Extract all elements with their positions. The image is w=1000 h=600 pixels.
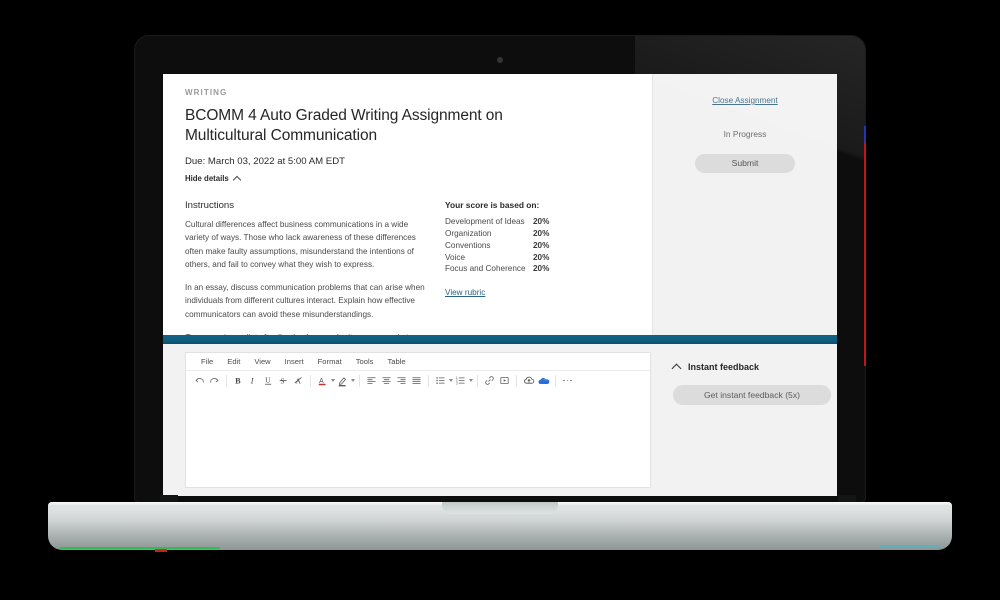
score-heading: Your score is based on:	[445, 200, 540, 211]
page-title: BCOMM 4 Auto Graded Writing Assignment o…	[185, 107, 503, 144]
criterion-weight: 20%	[533, 252, 550, 262]
svg-text:3: 3	[456, 381, 458, 385]
editor-toolbar: B I U S A	[186, 371, 650, 391]
clear-formatting-icon[interactable]: A	[291, 373, 306, 388]
essay-text-area[interactable]	[186, 390, 650, 487]
criterion-name: Conventions	[445, 240, 491, 250]
undo-icon[interactable]	[192, 373, 207, 388]
bold-icon[interactable]: B	[231, 373, 246, 388]
toolbar-separator	[477, 374, 478, 387]
menu-format[interactable]: Format	[311, 353, 349, 370]
instant-feedback-panel: Instant feedback Get instant feedback (5…	[663, 352, 831, 405]
get-instant-feedback-button[interactable]: Get instant feedback (5x)	[673, 385, 831, 405]
align-justify-icon[interactable]	[409, 373, 424, 388]
svg-text:A: A	[295, 376, 301, 385]
criterion-weight: 20%	[533, 217, 550, 227]
redo-icon[interactable]	[207, 373, 222, 388]
instant-feedback-header[interactable]: Instant feedback	[663, 362, 827, 372]
strikethrough-icon[interactable]: S	[276, 373, 291, 388]
assignment-type-label: WRITING	[185, 88, 228, 97]
criterion-row: Focus and Coherence 20%	[445, 264, 623, 275]
toolbar-separator	[310, 374, 311, 387]
criterion-weight: 20%	[533, 228, 550, 238]
menu-insert[interactable]: Insert	[278, 353, 311, 370]
toolbar-separator	[226, 374, 227, 387]
lid-edge-highlight	[864, 126, 866, 366]
toolbar-separator	[359, 374, 360, 387]
base-edge-fringe	[60, 547, 220, 549]
onedrive-icon[interactable]	[536, 373, 551, 388]
svg-text:U: U	[265, 376, 271, 385]
instant-feedback-title: Instant feedback	[688, 362, 760, 372]
webcam-icon	[497, 57, 503, 63]
criterion-name: Organization	[445, 228, 492, 238]
assignment-page: WRITING BCOMM 4 Auto Graded Writing Assi…	[163, 74, 837, 496]
menu-table[interactable]: Table	[380, 353, 412, 370]
criterion-weight: 20%	[533, 264, 550, 274]
hide-details-toggle[interactable]: Hide details	[185, 174, 241, 183]
instructions-paragraph: Cultural differences affect business com…	[185, 220, 416, 269]
editor-area: File Edit View Insert Format Tools Table	[163, 344, 837, 496]
criterion-row: Conventions 20%	[445, 241, 623, 252]
laptop-lid: WRITING BCOMM 4 Auto Graded Writing Assi…	[135, 36, 866, 502]
criterion-name: Development of Ideas	[445, 217, 525, 227]
editor-menubar: File Edit View Insert Format Tools Table	[186, 353, 650, 371]
underline-icon[interactable]: U	[261, 373, 276, 388]
laptop-screen: WRITING BCOMM 4 Auto Graded Writing Assi…	[163, 74, 837, 496]
media-icon[interactable]	[497, 373, 512, 388]
more-options-icon[interactable]	[560, 373, 575, 388]
hide-details-label: Hide details	[185, 174, 229, 184]
instructions-heading: Instructions	[185, 200, 235, 212]
align-left-icon[interactable]	[364, 373, 379, 388]
svg-text:I: I	[250, 376, 255, 385]
assignment-content-area: WRITING BCOMM 4 Auto Graded Writing Assi…	[163, 74, 837, 369]
criterion-weight: 20%	[533, 240, 550, 250]
assignment-details-panel: WRITING BCOMM 4 Auto Graded Writing Assi…	[163, 74, 653, 369]
close-assignment-link[interactable]: Close Assignment	[712, 96, 778, 105]
numbered-list-dropdown-icon[interactable]	[469, 379, 473, 382]
criterion-row: Voice 20%	[445, 253, 623, 264]
text-color-icon[interactable]: A	[315, 373, 330, 388]
highlight-color-dropdown-icon[interactable]	[351, 379, 355, 382]
section-divider-bar	[163, 335, 837, 344]
toolbar-separator	[428, 374, 429, 387]
cloud-upload-icon[interactable]	[521, 373, 536, 388]
svg-text:B: B	[235, 376, 241, 385]
criterion-name: Voice	[445, 252, 466, 262]
italic-icon[interactable]: I	[246, 373, 261, 388]
toolbar-separator	[555, 374, 556, 387]
criterion-row: Organization 20%	[445, 229, 623, 240]
status-badge: In Progress	[723, 129, 767, 139]
chevron-up-icon	[673, 363, 681, 371]
chevron-up-icon	[234, 175, 241, 182]
criterion-name: Focus and Coherence	[445, 264, 526, 274]
align-right-icon[interactable]	[394, 373, 409, 388]
highlight-color-icon[interactable]	[335, 373, 350, 388]
bullet-list-icon[interactable]	[433, 373, 448, 388]
screenshot-stage: WRITING BCOMM 4 Auto Graded Writing Assi…	[0, 0, 1000, 600]
assignment-status-rail: Close Assignment In Progress Submit	[653, 74, 837, 335]
align-center-icon[interactable]	[379, 373, 394, 388]
toolbar-separator	[516, 374, 517, 387]
criterion-row: Development of Ideas 20%	[445, 217, 623, 228]
laptop-base	[48, 502, 952, 550]
menu-view[interactable]: View	[247, 353, 277, 370]
instructions-paragraph: In an essay, discuss communication probl…	[185, 283, 425, 319]
menu-tools[interactable]: Tools	[349, 353, 381, 370]
rich-text-editor: File Edit View Insert Format Tools Table	[185, 352, 651, 488]
due-date: Due: March 03, 2022 at 5:00 AM EDT	[185, 156, 345, 168]
menu-file[interactable]: File	[194, 353, 220, 370]
submit-button[interactable]: Submit	[695, 154, 795, 173]
link-icon[interactable]	[482, 373, 497, 388]
view-rubric-link[interactable]: View rubric	[445, 288, 485, 297]
base-notch	[442, 502, 558, 514]
menu-edit[interactable]: Edit	[220, 353, 247, 370]
base-edge-fringe	[155, 549, 167, 552]
numbered-list-icon[interactable]: 123	[453, 373, 468, 388]
base-edge-fringe	[880, 545, 940, 547]
